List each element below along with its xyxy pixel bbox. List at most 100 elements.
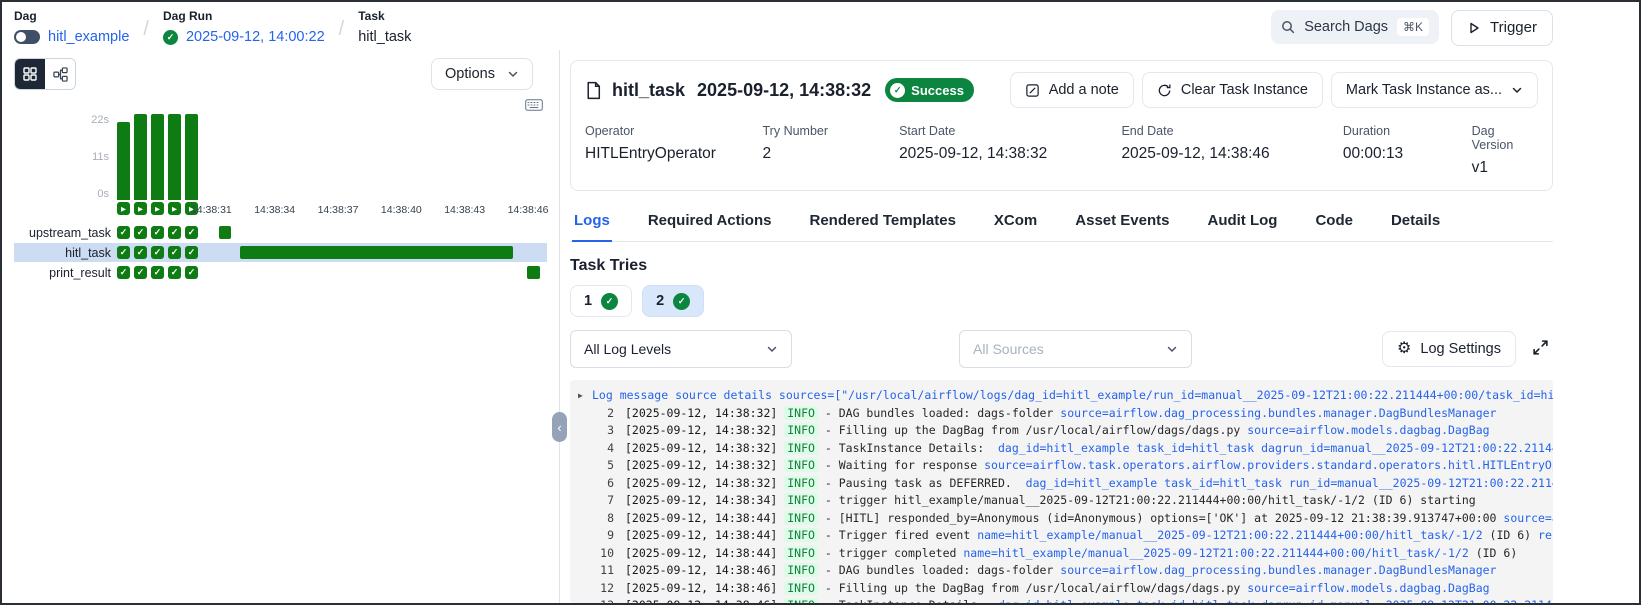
log-link[interactable]: task_id=hitl_task [1164,476,1282,490]
grid-view-button[interactable] [15,59,45,89]
try-button-1[interactable]: 1✓ [570,285,632,317]
log-content: [2025-09-12, 14:38:46] INFO - Filling up… [625,580,1490,598]
task-success-icon[interactable]: ✓ [134,266,147,279]
gantt-bar[interactable] [527,266,540,279]
dag-pause-toggle[interactable] [14,30,40,44]
log-link[interactable]: run_id=manual__2025-09-12T21:00:22.21144 [1289,476,1553,490]
task-success-icon[interactable]: ✓ [168,226,181,239]
task-success-icon[interactable]: ✓ [168,266,181,279]
log-timestamp: [2025-09-12, 14:38:46] [625,581,784,595]
run-duration-bar[interactable] [151,114,164,200]
graph-view-button[interactable] [45,59,75,89]
task-success-icon[interactable]: ✓ [185,246,198,259]
manual-run-icon[interactable]: ▶ [117,202,130,215]
play-icon [1467,21,1481,35]
task-success-icon[interactable]: ✓ [168,246,181,259]
dag-name-link[interactable]: hitl_example [48,29,129,45]
log-gutter [578,422,592,440]
gear-icon: ⚙ [1397,341,1411,357]
mark-task-instance-button[interactable]: Mark Task Instance as... [1331,72,1538,108]
task-success-icon[interactable]: ✓ [185,266,198,279]
log-gutter [578,527,592,545]
log-viewer[interactable]: ▶ Log message source details sources=["/… [570,380,1553,603]
task-row[interactable]: hitl_task✓✓✓✓✓ [14,243,547,262]
run-columns: ▶▶▶▶▶ [117,114,205,217]
manual-run-icon[interactable]: ▶ [151,202,164,215]
log-group-header[interactable]: ▶ Log message source details sources=["/… [578,387,1545,405]
log-gutter [578,405,592,423]
log-content: [2025-09-12, 14:38:32] INFO - Filling up… [625,422,1490,440]
log-link[interactable]: dagrun_id=manual__2025-09-12T21:00:22.21… [1261,441,1553,455]
tab-code[interactable]: Code [1313,203,1355,241]
task-success-icon[interactable]: ✓ [117,226,130,239]
run-duration-bar[interactable] [185,114,198,200]
log-link[interactable]: source=airflow.models.dagbag.DagBag [1247,423,1489,437]
log-timestamp: [2025-09-12, 14:38:44] [625,511,784,525]
run-duration-bar[interactable] [117,122,130,200]
log-link[interactable]: dag_id=hitl_example [998,598,1130,603]
log-link[interactable]: dag_id=hitl_example [998,441,1130,455]
tab-rendered-templates[interactable]: Rendered Templates [807,203,957,241]
log-settings-button[interactable]: ⚙ Log Settings [1382,331,1516,367]
task-success-icon[interactable]: ✓ [151,246,164,259]
log-timestamp: [2025-09-12, 14:38:44] [625,546,784,560]
tab-audit-log[interactable]: Audit Log [1205,203,1279,241]
try-number: 1 [584,293,592,309]
search-dags-button[interactable]: Search Dags ⌘K [1271,10,1439,44]
log-text: - trigger hitl_example/manual__2025-09-1… [818,493,1476,507]
tab-xcom[interactable]: XCom [992,203,1039,241]
grid-icon [23,67,37,81]
trigger-button[interactable]: Trigger [1451,10,1553,46]
try-button-2[interactable]: 2✓ [642,285,704,317]
log-link[interactable]: name=hitl_example/manual__2025-09-12T21:… [963,546,1468,560]
log-line-number: 8 [592,510,614,528]
log-content: [2025-09-12, 14:38:44] INFO - trigger co… [625,545,1517,563]
meta-label: Start Date [899,124,1121,138]
tab-details[interactable]: Details [1389,203,1442,241]
manual-run-icon[interactable]: ▶ [134,202,147,215]
task-name: print_result [14,266,117,280]
log-expand-caret-icon[interactable]: ▶ [578,387,592,405]
log-link[interactable]: task_id=hitl_task [1136,441,1254,455]
meta-end-date: End Date2025-09-12, 14:38:46 [1121,124,1342,177]
tab-required-actions[interactable]: Required Actions [646,203,774,241]
task-success-icon[interactable]: ✓ [117,246,130,259]
log-link[interactable]: dag_id=hitl_example [1026,476,1158,490]
log-sources-select[interactable]: All Sources [959,330,1192,368]
log-link[interactable]: source=airflow.dag_processing.bundles.ma… [1060,406,1496,420]
log-link[interactable]: name=hitl_example/manual__2025-09-12T21:… [977,528,1482,542]
task-success-icon[interactable]: ✓ [117,266,130,279]
run-duration-bar[interactable] [168,114,181,200]
log-gutter [578,510,592,528]
log-link[interactable]: dagrun_id=manual__2025-09-12T21:00:22.21… [1261,598,1553,603]
task-success-icon[interactable]: ✓ [151,266,164,279]
fullscreen-button[interactable] [1528,335,1553,363]
task-success-icon[interactable]: ✓ [151,226,164,239]
log-level-badge: INFO [784,581,818,595]
log-link[interactable]: source=airflow.dag_processing.bundles.ma… [1060,563,1496,577]
task-success-icon[interactable]: ✓ [134,246,147,259]
task-success-icon[interactable]: ✓ [134,226,147,239]
dag-run-link[interactable]: 2025-09-12, 14:00:22 [186,29,325,45]
gantt-bar[interactable] [240,246,513,259]
task-row[interactable]: print_result✓✓✓✓✓ [14,263,547,282]
task-success-icon[interactable]: ✓ [185,226,198,239]
log-level-badge: INFO [784,511,818,525]
tab-logs[interactable]: Logs [572,203,612,242]
panel-collapse-handle[interactable]: ‹ [552,412,567,442]
log-link[interactable]: task_id=hitl_task [1136,598,1254,603]
gantt-bar[interactable] [219,226,232,239]
task-row[interactable]: upstream_task✓✓✓✓✓ [14,223,547,242]
run-duration-bar[interactable] [134,114,147,200]
options-label: Options [445,66,495,82]
log-link[interactable]: source=airflow.models.dagbag.DagBag [1247,581,1489,595]
add-note-button[interactable]: Add a note [1010,72,1134,108]
log-levels-select[interactable]: All Log Levels [570,330,792,368]
log-link[interactable]: source=ai [1503,511,1553,525]
log-link[interactable]: source=airflow.task.operators.airflow.pr… [984,458,1553,472]
manual-run-icon[interactable]: ▶ [168,202,181,215]
clear-task-instance-button[interactable]: Clear Task Instance [1142,72,1323,108]
tab-asset-events[interactable]: Asset Events [1073,203,1171,241]
log-link[interactable]: resu [1538,528,1553,542]
options-button[interactable]: Options [431,58,533,90]
